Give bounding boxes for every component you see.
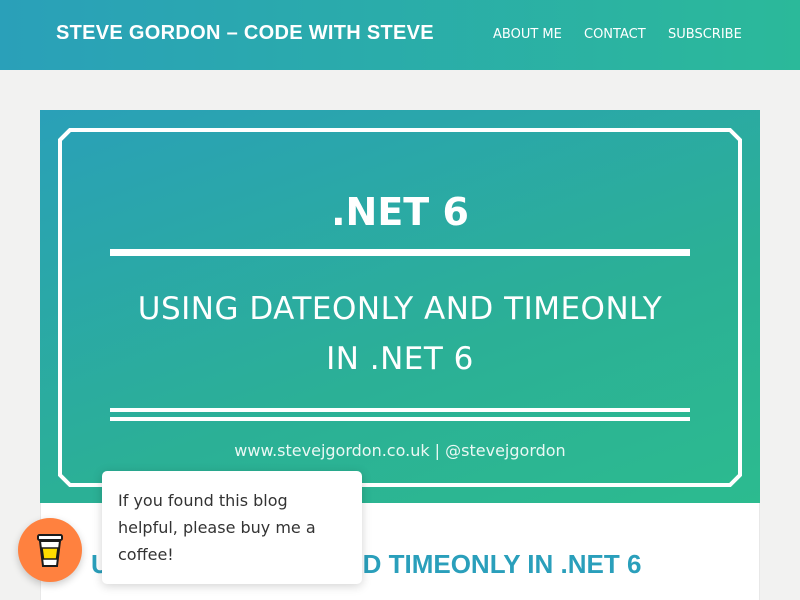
coffee-cup-icon <box>37 534 63 567</box>
hero-image: .NET 6 USING DATEONLY AND TIMEONLY IN .N… <box>40 110 760 503</box>
main-nav: ABOUT ME CONTACT SUBSCRIBE <box>0 27 800 47</box>
buy-coffee-button[interactable] <box>18 518 82 582</box>
hero-heading: .NET 6 <box>331 190 469 234</box>
buy-coffee-tooltip: If you found this blog helpful, please b… <box>102 471 362 584</box>
hero-footer: www.stevejgordon.co.uk | @stevejgordon <box>234 441 566 460</box>
hero-divider-top <box>110 249 690 256</box>
hero-divider-bottom-1 <box>110 408 690 412</box>
hero-subtitle-line2: IN .NET 6 <box>326 341 474 377</box>
nav-item-about[interactable]: ABOUT ME <box>493 27 562 42</box>
hero-subtitle-line1: USING DATEONLY AND TIMEONLY <box>137 291 663 327</box>
site-header: STEVE GORDON – CODE WITH STEVE ABOUT ME … <box>0 0 800 70</box>
nav-item-subscribe[interactable]: SUBSCRIBE <box>668 27 742 42</box>
hero-divider-bottom-2 <box>110 417 690 421</box>
nav-item-contact[interactable]: CONTACT <box>584 27 646 42</box>
